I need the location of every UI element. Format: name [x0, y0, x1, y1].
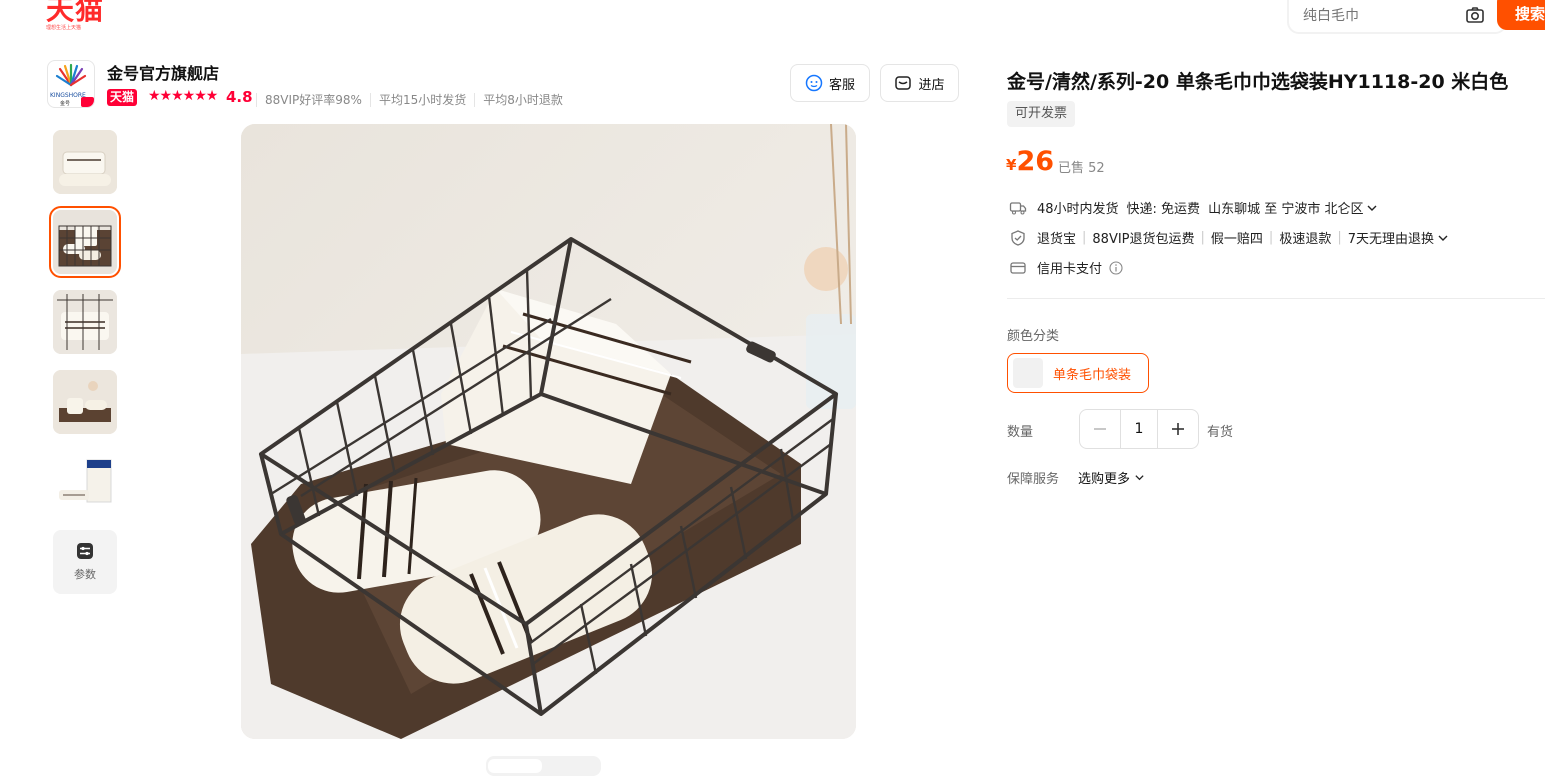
sold-count: 已售 52 [1058, 161, 1105, 176]
gallery-thumb-3[interactable] [53, 290, 117, 354]
shop-icon [895, 76, 912, 90]
gallery-thumb-1[interactable] [53, 130, 117, 194]
service-item: 极速退款 [1279, 232, 1332, 247]
shipping-route: 山东聊城 至 宁波市 北仑区 [1208, 202, 1364, 217]
tmall-logo[interactable]: 天猫 理想生活上天猫 [46, 0, 116, 34]
color-label: 颜色分类 [1007, 329, 1060, 344]
product-title: 金号/清然/系列-20 单条毛巾巾选袋装HY1118-20 米白色 [1007, 71, 1509, 93]
gallery-thumb-4[interactable] [53, 370, 117, 434]
info-icon[interactable] [1109, 260, 1123, 275]
sku-option-selected[interactable]: 单条毛巾袋装 [1007, 353, 1149, 393]
package-thumbnail-image [53, 450, 117, 514]
quantity-stepper: 1 [1079, 409, 1199, 449]
towel-basket-photo [241, 124, 856, 739]
customer-service-button[interactable]: 客服 [790, 64, 870, 102]
service-item: 假一赔四 [1210, 232, 1263, 247]
guarantee-more-button[interactable]: 选购更多 [1078, 468, 1145, 487]
svg-text:KINGSHORE: KINGSHORE [50, 92, 86, 99]
payment-row[interactable]: 信用卡支付 [1009, 258, 1123, 277]
chevron-down-icon [1438, 235, 1448, 241]
plus-icon [1172, 423, 1184, 435]
shipping-time: 48小时内发货 [1037, 202, 1119, 217]
store-stat-good-rate: 88VIP好评率98% [256, 93, 370, 107]
pager-active-dot [488, 759, 542, 773]
price-symbol: ¥ [1006, 156, 1017, 174]
camera-icon[interactable] [1465, 5, 1485, 25]
service-item: 7天无理由退换 [1347, 232, 1434, 247]
store-stats: 88VIP好评率98% 平均15小时发货 平均8小时退款 [256, 91, 571, 108]
search-button[interactable]: 搜索 [1497, 0, 1545, 30]
shield-icon [1011, 229, 1025, 246]
shipping-express: 快递: 免运费 [1126, 202, 1201, 217]
params-button[interactable]: 参数 [53, 530, 117, 594]
chevron-down-icon [1135, 475, 1144, 481]
quantity-input[interactable]: 1 [1121, 410, 1157, 448]
search-input[interactable] [1301, 4, 1455, 28]
store-name[interactable]: 金号官方旗舰店 [107, 60, 219, 84]
gallery-thumb-2[interactable] [49, 206, 121, 278]
guarantee-label: 保障服务 [1007, 472, 1060, 487]
shipping-row[interactable]: 48小时内发货 快递: 免运费 山东聊城 至 宁波市 北仑区 [1009, 198, 1378, 217]
service-icon [805, 74, 823, 92]
enter-shop-label: 进店 [918, 77, 945, 93]
tmall-badge: 天猫 [107, 89, 138, 106]
service-item: 退货宝 [1037, 232, 1077, 247]
kingshore-logo-icon: KINGSHORE 金号 [50, 63, 94, 107]
basket-thumbnail-image [53, 210, 117, 274]
price: ¥26 [1006, 146, 1054, 177]
truck-icon [1009, 201, 1027, 214]
sku-swatch-image [1013, 358, 1043, 388]
sku-label: 单条毛巾袋装 [1053, 367, 1132, 383]
stock-status: 有货 [1207, 425, 1234, 440]
payment-method: 信用卡支付 [1037, 262, 1103, 277]
logo-slogan: 理想生活上天猫 [46, 25, 82, 31]
store-stat-shipping: 平均15小时发货 [369, 93, 475, 107]
services-row[interactable]: 退货宝 | 88VIP退货包运费 | 假一赔四 | 极速退款 | 7天无理由退换 [1009, 228, 1449, 247]
quantity-minus-button[interactable] [1080, 410, 1121, 448]
customer-service-label: 客服 [828, 77, 855, 93]
image-pager[interactable] [486, 756, 601, 776]
price-value: 26 [1016, 146, 1055, 177]
rating-stars: ★★★★★★ [148, 88, 218, 104]
basket-closeup-thumbnail-image [53, 290, 117, 354]
params-label: 参数 [74, 568, 96, 581]
store-logo[interactable]: KINGSHORE 金号 [47, 60, 95, 108]
enter-shop-button[interactable]: 进店 [880, 64, 959, 102]
store-stat-refund: 平均8小时退款 [474, 93, 571, 107]
svg-text:金号: 金号 [60, 100, 70, 107]
logo-text: 天猫 [46, 0, 105, 26]
quantity-label: 数量 [1007, 425, 1034, 440]
minus-icon [1094, 428, 1106, 430]
tray-thumbnail-image [53, 370, 117, 434]
credit-card-icon [1010, 261, 1026, 274]
guarantee-more-label: 选购更多 [1078, 472, 1131, 487]
section-divider [1007, 298, 1545, 299]
service-item: 88VIP退货包运费 [1092, 232, 1195, 247]
params-icon [77, 543, 93, 559]
chevron-down-icon [1367, 205, 1377, 211]
search-box [1287, 0, 1507, 34]
store-rating: 4.8 [226, 88, 253, 106]
invoice-tag: 可开发票 [1007, 101, 1076, 127]
gallery-thumb-5[interactable] [53, 450, 117, 514]
main-product-image[interactable] [241, 124, 856, 739]
towel-thumbnail-image [53, 130, 117, 194]
quantity-plus-button[interactable] [1157, 410, 1198, 448]
